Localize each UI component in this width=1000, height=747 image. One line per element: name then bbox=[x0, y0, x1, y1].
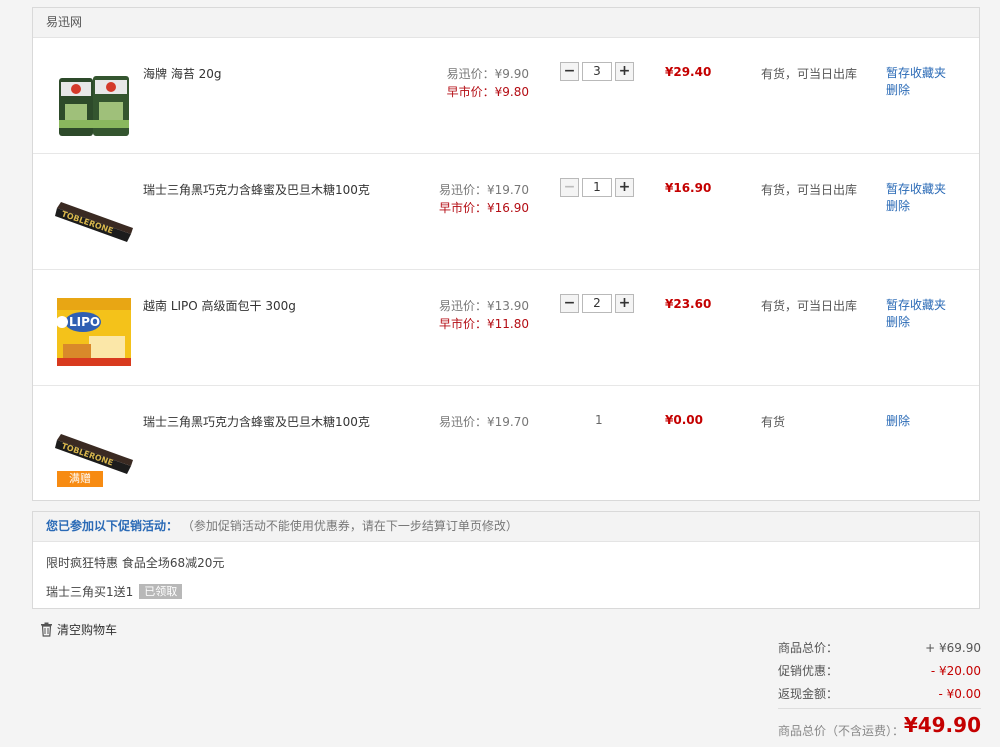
save-to-favorites-link[interactable]: 暂存收藏夹 bbox=[886, 297, 946, 314]
early-price-value: ¥16.90 bbox=[487, 201, 529, 215]
price-label: 易迅价： bbox=[446, 67, 495, 81]
item-actions: 暂存收藏夹 删除 bbox=[886, 181, 946, 215]
early-price-label: 早市价： bbox=[446, 85, 495, 99]
quantity-input[interactable]: 1 bbox=[582, 178, 612, 197]
item-actions: 暂存收藏夹 删除 bbox=[886, 65, 946, 99]
cart-item-row: 海牌 海苔 20g 易迅价：¥9.90 早市价：¥9.80 − 3 + ¥29.… bbox=[33, 38, 979, 154]
item-subtotal: ¥23.60 bbox=[665, 297, 712, 311]
cart-gift-row: TOBLERONE 满赠 瑞士三角黑巧克力含蜂蜜及巴旦木糖100克 易迅价：¥1… bbox=[33, 386, 979, 502]
item-subtotal: ¥29.40 bbox=[665, 65, 712, 79]
product-name[interactable]: 瑞士三角黑巧克力含蜂蜜及巴旦木糖100克 bbox=[143, 413, 370, 430]
promotion-title: 您已参加以下促销活动： bbox=[46, 519, 179, 533]
cashback-value: - ¥0.00 bbox=[938, 687, 982, 701]
quantity-value: 1 bbox=[595, 413, 603, 427]
product-name[interactable]: 海牌 海苔 20g bbox=[143, 65, 222, 82]
item-actions: 暂存收藏夹 删除 bbox=[886, 297, 946, 331]
summary-divider bbox=[778, 708, 981, 709]
promotion-header: 您已参加以下促销活动： （参加促销活动不能使用优惠券，请在下一步结算订单页修改） bbox=[33, 512, 979, 542]
price-block: 易迅价：¥13.90 早市价：¥11.80 bbox=[439, 297, 529, 333]
order-total-value: ¥49.90 bbox=[903, 713, 981, 737]
delete-item-link[interactable]: 删除 bbox=[886, 198, 946, 215]
goods-total-row: 商品总价： + ¥69.90 bbox=[778, 639, 981, 662]
clear-cart-button[interactable]: 清空购物车 bbox=[40, 621, 117, 640]
claimed-badge: 已领取 bbox=[139, 584, 183, 599]
promotion-item-gift: 瑞士三角买1送1 已领取 bbox=[46, 583, 183, 600]
promotion-note: （参加促销活动不能使用优惠券，请在下一步结算订单页修改） bbox=[181, 519, 518, 533]
product-image-lipo[interactable]: LIPO bbox=[53, 292, 135, 372]
product-name[interactable]: 瑞士三角黑巧克力含蜂蜜及巴旦木糖100克 bbox=[143, 181, 370, 198]
early-price-label: 早市价： bbox=[438, 317, 487, 331]
stock-status: 有货 bbox=[761, 415, 786, 429]
trash-icon bbox=[40, 622, 53, 640]
quantity-input[interactable]: 2 bbox=[582, 294, 612, 313]
increase-quantity-button[interactable]: + bbox=[615, 178, 634, 197]
price-value: ¥9.90 bbox=[494, 67, 529, 81]
stock-status: 有货，可当日出库 bbox=[761, 67, 858, 81]
decrease-quantity-button[interactable]: − bbox=[560, 62, 579, 81]
quantity-input[interactable]: 3 bbox=[582, 62, 612, 81]
decrease-quantity-button[interactable]: − bbox=[560, 294, 579, 313]
increase-quantity-button[interactable]: + bbox=[615, 294, 634, 313]
price-value: ¥19.70 bbox=[487, 183, 529, 197]
promotion-panel: 您已参加以下促销活动： （参加促销活动不能使用优惠券，请在下一步结算订单页修改）… bbox=[32, 511, 980, 609]
cart-panel: 易迅网 海牌 海苔 20g 易迅价：¥9.90 早市价：¥9.80 − 3 + … bbox=[32, 7, 980, 501]
save-to-favorites-link[interactable]: 暂存收藏夹 bbox=[886, 65, 946, 82]
stock-status: 有货，可当日出库 bbox=[761, 183, 858, 197]
promotion-item: 限时疯狂特惠 食品全场68减20元 bbox=[46, 556, 225, 570]
order-total-row: 商品总价（不含运费）： ¥49.90 bbox=[778, 713, 981, 743]
save-to-favorites-link[interactable]: 暂存收藏夹 bbox=[886, 181, 946, 198]
price-block: 易迅价：¥19.70 早市价：¥16.90 bbox=[439, 181, 529, 217]
price-label: 易迅价： bbox=[438, 415, 487, 429]
order-summary: 商品总价： + ¥69.90 促销优惠： - ¥20.00 返现金额： - ¥0… bbox=[778, 639, 981, 738]
price-label: 易迅价： bbox=[438, 183, 487, 197]
store-header: 易迅网 bbox=[33, 8, 979, 38]
delete-item-link[interactable]: 删除 bbox=[886, 82, 946, 99]
cart-item-row: LIPO 越南 LIPO 高级面包干 300g 易迅价：¥13.90 早市价：¥… bbox=[33, 270, 979, 386]
promo-discount-value: - ¥20.00 bbox=[930, 664, 981, 678]
decrease-quantity-button[interactable]: − bbox=[560, 178, 579, 197]
promo-discount-row: 促销优惠： - ¥20.00 bbox=[778, 662, 981, 685]
price-value: ¥13.90 bbox=[487, 299, 529, 313]
increase-quantity-button[interactable]: + bbox=[615, 62, 634, 81]
delete-item-link[interactable]: 删除 bbox=[886, 413, 910, 430]
item-subtotal: ¥16.90 bbox=[665, 181, 712, 195]
order-total-label: 商品总价（不含运费）： bbox=[778, 724, 905, 738]
gift-badge: 满赠 bbox=[57, 471, 103, 487]
cashback-row: 返现金额： - ¥0.00 bbox=[778, 685, 981, 708]
item-actions: 删除 bbox=[886, 413, 910, 430]
early-price-value: ¥9.80 bbox=[494, 85, 529, 99]
price-value: ¥19.70 bbox=[487, 415, 529, 429]
store-name: 易迅网 bbox=[46, 15, 83, 29]
lipo-logo-text: LIPO bbox=[69, 315, 100, 329]
product-image-seaweed[interactable] bbox=[53, 60, 135, 140]
early-price-label: 早市价： bbox=[438, 201, 487, 215]
product-image-toblerone[interactable]: TOBLERONE bbox=[53, 176, 135, 256]
price-label: 易迅价： bbox=[438, 299, 487, 313]
goods-total-value: + ¥69.90 bbox=[925, 641, 981, 655]
product-name[interactable]: 越南 LIPO 高级面包干 300g bbox=[143, 297, 296, 314]
promotion-gift-label: 瑞士三角买1送1 bbox=[46, 585, 134, 599]
early-price-value: ¥11.80 bbox=[487, 317, 529, 331]
delete-item-link[interactable]: 删除 bbox=[886, 314, 946, 331]
promo-discount-label: 促销优惠： bbox=[778, 664, 839, 678]
stock-status: 有货，可当日出库 bbox=[761, 299, 858, 313]
cart-item-row: TOBLERONE 瑞士三角黑巧克力含蜂蜜及巴旦木糖100克 易迅价：¥19.7… bbox=[33, 154, 979, 270]
item-subtotal: ¥0.00 bbox=[665, 413, 703, 427]
goods-total-label: 商品总价： bbox=[778, 641, 839, 655]
price-block: 易迅价：¥9.90 早市价：¥9.80 bbox=[447, 65, 529, 101]
price-block: 易迅价：¥19.70 bbox=[439, 413, 529, 431]
cashback-label: 返现金额： bbox=[778, 687, 839, 701]
clear-cart-label: 清空购物车 bbox=[57, 623, 118, 637]
